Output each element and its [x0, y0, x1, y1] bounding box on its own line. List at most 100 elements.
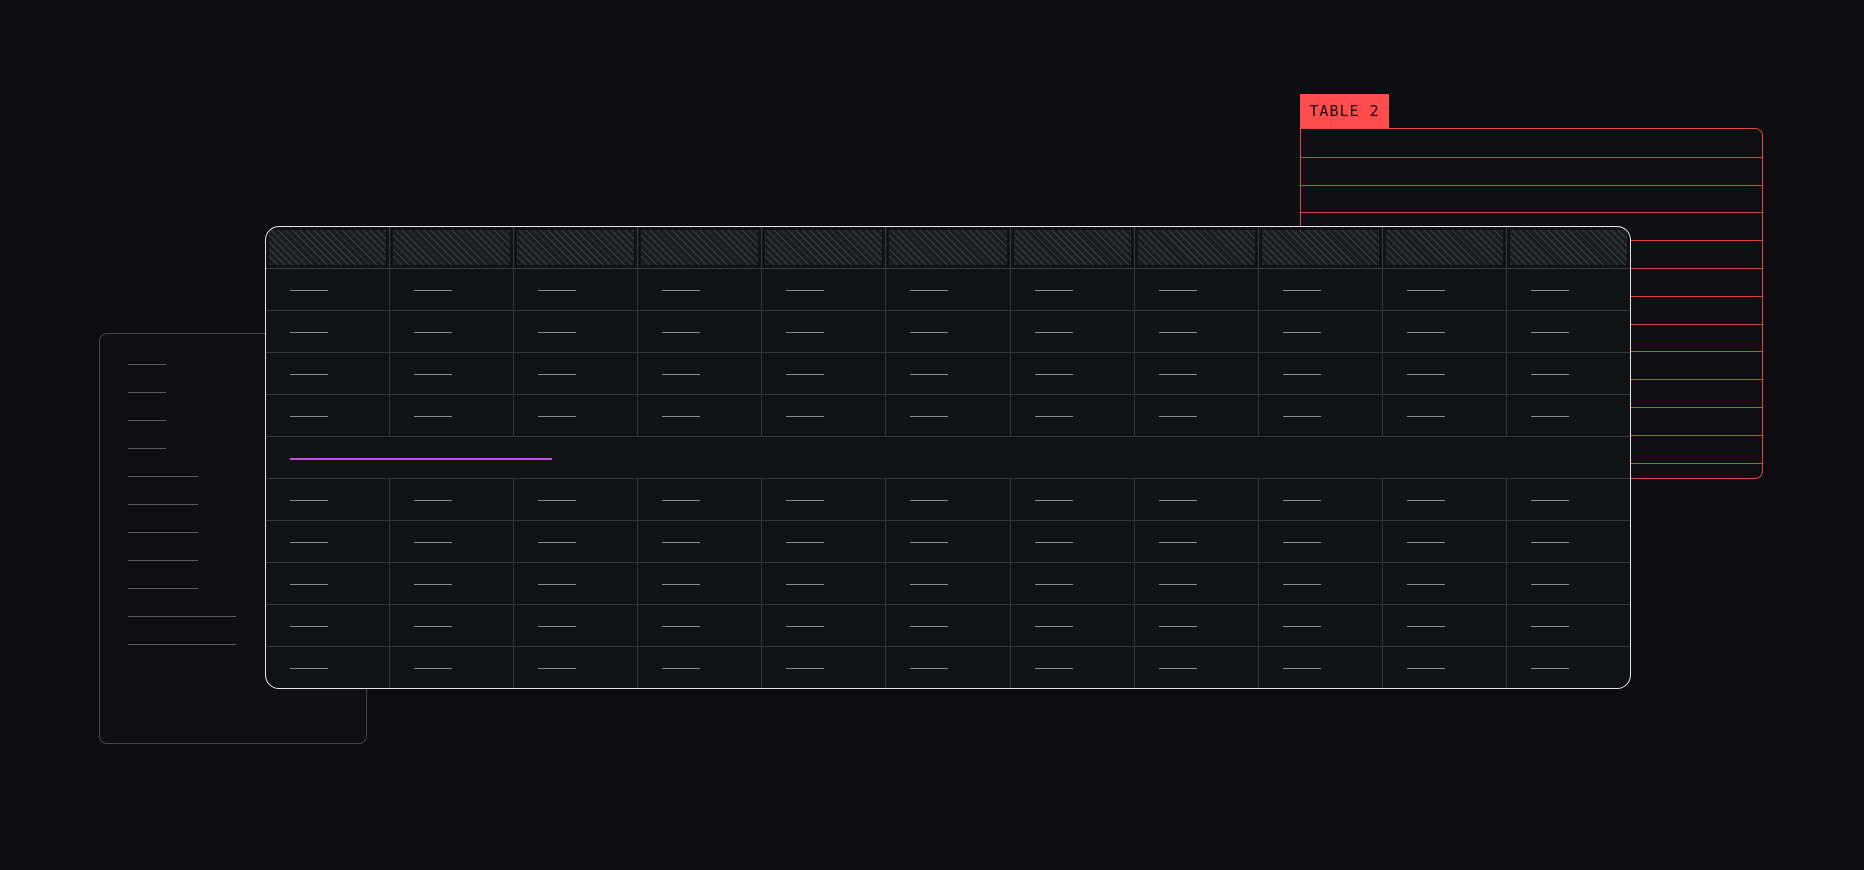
table-cell[interactable]: [638, 479, 763, 520]
table-cell[interactable]: [1011, 479, 1135, 520]
table-cell[interactable]: [390, 269, 515, 310]
table-cell[interactable]: [762, 395, 887, 436]
table-cell[interactable]: [1135, 353, 1259, 394]
table-cell[interactable]: [266, 311, 391, 352]
table-cell[interactable]: [390, 563, 515, 604]
table-header-cell[interactable]: [1010, 227, 1135, 269]
table-cell[interactable]: [514, 647, 639, 688]
table-cell[interactable]: [886, 479, 1011, 520]
table-cell[interactable]: [762, 605, 887, 646]
table-cell[interactable]: [1011, 521, 1135, 562]
table-cell[interactable]: [886, 269, 1011, 310]
table-cell[interactable]: [390, 647, 515, 688]
table-cell[interactable]: [1507, 395, 1630, 436]
table-cell[interactable]: [266, 563, 391, 604]
table-cell[interactable]: [762, 563, 887, 604]
table-cell[interactable]: [514, 563, 639, 604]
table-cell[interactable]: [514, 521, 639, 562]
table-cell[interactable]: [514, 479, 639, 520]
table-cell[interactable]: [514, 395, 639, 436]
table-header-cell[interactable]: [1258, 227, 1383, 269]
table-cell[interactable]: [1011, 353, 1135, 394]
table-cell[interactable]: [762, 521, 887, 562]
table-header-cell[interactable]: [1134, 227, 1259, 269]
table-cell[interactable]: [390, 479, 515, 520]
table-cell[interactable]: [638, 269, 763, 310]
table-cell[interactable]: [390, 521, 515, 562]
table-cell[interactable]: [1383, 395, 1507, 436]
table-row[interactable]: [266, 521, 1630, 563]
table-cell[interactable]: [1259, 647, 1383, 688]
table-cell[interactable]: [1135, 647, 1259, 688]
table-cell[interactable]: [266, 353, 391, 394]
table-cell[interactable]: [1383, 269, 1507, 310]
table-row[interactable]: [266, 479, 1630, 521]
table-header-cell[interactable]: [762, 227, 887, 269]
table-cell[interactable]: [1383, 311, 1507, 352]
table-row[interactable]: [266, 353, 1630, 395]
table-cell[interactable]: [1383, 479, 1507, 520]
table-header-cell[interactable]: [390, 227, 515, 269]
table-cell[interactable]: [390, 395, 515, 436]
table-cell[interactable]: [266, 647, 391, 688]
table-cell[interactable]: [1507, 563, 1630, 604]
table-cell[interactable]: [886, 395, 1011, 436]
table-cell[interactable]: [1507, 605, 1630, 646]
table-cell[interactable]: [1383, 605, 1507, 646]
table-header-cell[interactable]: [266, 227, 391, 269]
table-cell[interactable]: [266, 605, 391, 646]
table-cell[interactable]: [1011, 647, 1135, 688]
table-cell[interactable]: [390, 311, 515, 352]
table-cell[interactable]: [1135, 521, 1259, 562]
table-cell[interactable]: [266, 269, 391, 310]
table-cell[interactable]: [1135, 563, 1259, 604]
table-header-cell[interactable]: [638, 227, 763, 269]
table-cell[interactable]: [1507, 353, 1630, 394]
table-cell[interactable]: [762, 479, 887, 520]
table-cell[interactable]: [1259, 479, 1383, 520]
table-cell[interactable]: [638, 647, 763, 688]
table-cell[interactable]: [1135, 479, 1259, 520]
table-cell[interactable]: [1383, 563, 1507, 604]
table-cell[interactable]: [514, 311, 639, 352]
table-row[interactable]: [266, 605, 1630, 647]
table-cell[interactable]: [514, 269, 639, 310]
table-cell[interactable]: [638, 563, 763, 604]
table-cell[interactable]: [638, 353, 763, 394]
table-cell[interactable]: [1011, 563, 1135, 604]
table-cell[interactable]: [762, 353, 887, 394]
table-cell[interactable]: [1259, 605, 1383, 646]
table-cell[interactable]: [1383, 521, 1507, 562]
table-cell[interactable]: [390, 353, 515, 394]
table-row[interactable]: [266, 311, 1630, 353]
table-cell[interactable]: [762, 311, 887, 352]
table-cell[interactable]: [1507, 311, 1630, 352]
table-cell[interactable]: [1011, 269, 1135, 310]
table-cell[interactable]: [1507, 521, 1630, 562]
table-cell[interactable]: [1259, 395, 1383, 436]
table-cell[interactable]: [266, 479, 391, 520]
table-cell[interactable]: [762, 647, 887, 688]
table-cell[interactable]: [886, 311, 1011, 352]
table-cell[interactable]: [266, 395, 391, 436]
table-header-cell[interactable]: [514, 227, 639, 269]
table-row[interactable]: [266, 269, 1630, 311]
table-cell[interactable]: [886, 563, 1011, 604]
table-cell[interactable]: [638, 605, 763, 646]
table-cell[interactable]: [1011, 311, 1135, 352]
table-cell[interactable]: [1383, 353, 1507, 394]
table-cell[interactable]: [886, 521, 1011, 562]
table-2-tab[interactable]: TABLE 2: [1300, 94, 1389, 128]
table-row[interactable]: [266, 563, 1630, 605]
table-cell[interactable]: [1383, 647, 1507, 688]
table-cell[interactable]: [1011, 605, 1135, 646]
table-cell[interactable]: [1135, 605, 1259, 646]
table-cell[interactable]: [638, 311, 763, 352]
table-cell[interactable]: [638, 521, 763, 562]
table-group-row[interactable]: [266, 437, 1630, 479]
table-cell[interactable]: [1259, 269, 1383, 310]
table-cell[interactable]: [886, 647, 1011, 688]
table-cell[interactable]: [1135, 311, 1259, 352]
table-cell[interactable]: [266, 521, 391, 562]
table-cell[interactable]: [886, 353, 1011, 394]
